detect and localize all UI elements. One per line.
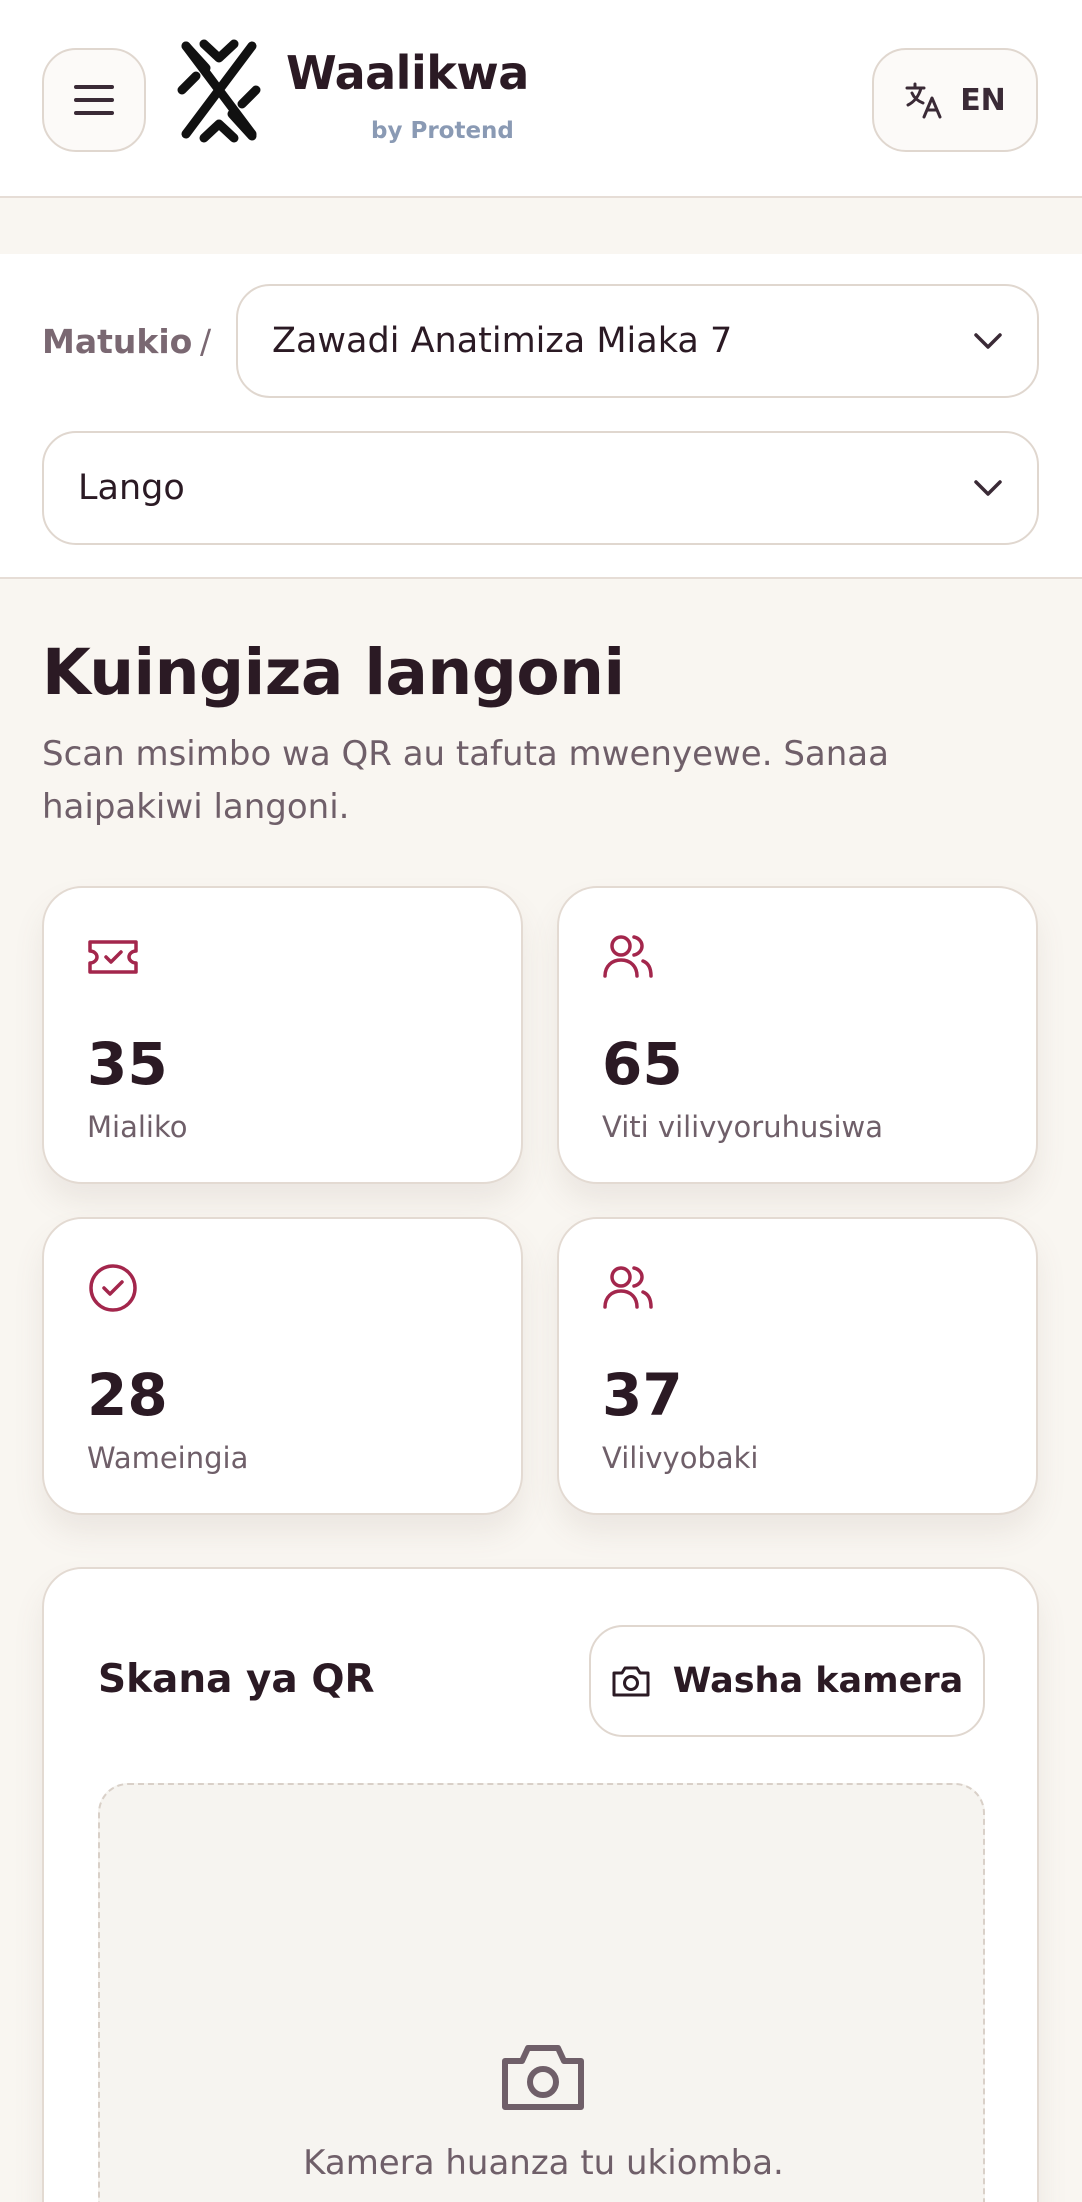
camera-icon — [502, 2045, 584, 2110]
ticket-check-icon — [88, 940, 138, 974]
breadcrumb-separator: / — [200, 322, 212, 361]
stat-card-remaining: 37 Vilivyobaki — [557, 1217, 1038, 1515]
waalikwa-logo[interactable] — [176, 38, 262, 144]
check-circle-icon — [89, 1264, 137, 1312]
stat-label: Vilivyobaki — [602, 1441, 759, 1475]
users-icon — [603, 935, 653, 978]
gate-select-value: Lango — [78, 468, 185, 508]
breadcrumb-events-link[interactable]: Matukio — [42, 322, 192, 361]
users-icon — [603, 1266, 653, 1309]
stat-card-seats-allowed: 65 Viti vilivyoruhusiwa — [557, 886, 1038, 1184]
menu-button[interactable] — [42, 48, 146, 152]
page-title: Kuingiza langoni — [42, 636, 625, 709]
stat-value: 28 — [87, 1361, 168, 1429]
stat-label: Wameingia — [87, 1441, 249, 1475]
chevron-down-icon — [974, 480, 1002, 496]
qr-scanner-title: Skana ya QR — [98, 1657, 375, 1702]
stat-value: 37 — [602, 1361, 683, 1429]
translate-icon — [905, 82, 942, 119]
stat-value: 65 — [602, 1030, 683, 1098]
stat-card-invitations: 35 Mialiko — [42, 886, 523, 1184]
start-camera-button[interactable]: Washa kamera — [589, 1625, 985, 1737]
hamburger-menu-icon — [74, 85, 114, 115]
app-header: Waalikwa by Protend EN — [0, 0, 1082, 198]
qr-scanner-card: Skana ya QR Washa kamera Kamera huanza t… — [42, 1567, 1039, 2202]
camera-hint: Kamera huanza tu ukiomba. — [303, 2143, 784, 2183]
stat-label: Mialiko — [87, 1110, 188, 1144]
event-select-value: Zawadi Anatimiza Miaka 7 — [272, 321, 733, 361]
camera-icon — [612, 1666, 650, 1697]
gate-select[interactable]: Lango — [42, 431, 1039, 545]
start-camera-label: Washa kamera — [672, 1661, 964, 1701]
camera-preview-area: Kamera huanza tu ukiomba. — [98, 1783, 985, 2202]
language-label: EN — [960, 82, 1006, 118]
stat-card-checked-in: 28 Wameingia — [42, 1217, 523, 1515]
stat-label: Viti vilivyoruhusiwa — [602, 1110, 884, 1144]
brand-name: Waalikwa — [286, 46, 529, 100]
event-select[interactable]: Zawadi Anatimiza Miaka 7 — [236, 284, 1039, 398]
brand-subtitle: by Protend — [371, 118, 514, 144]
page-description: Scan msimbo wa QR au tafuta mwenyewe. Sa… — [42, 734, 889, 827]
language-switch-button[interactable]: EN — [872, 48, 1038, 152]
chevron-down-icon — [974, 333, 1002, 349]
stat-value: 35 — [87, 1030, 168, 1098]
